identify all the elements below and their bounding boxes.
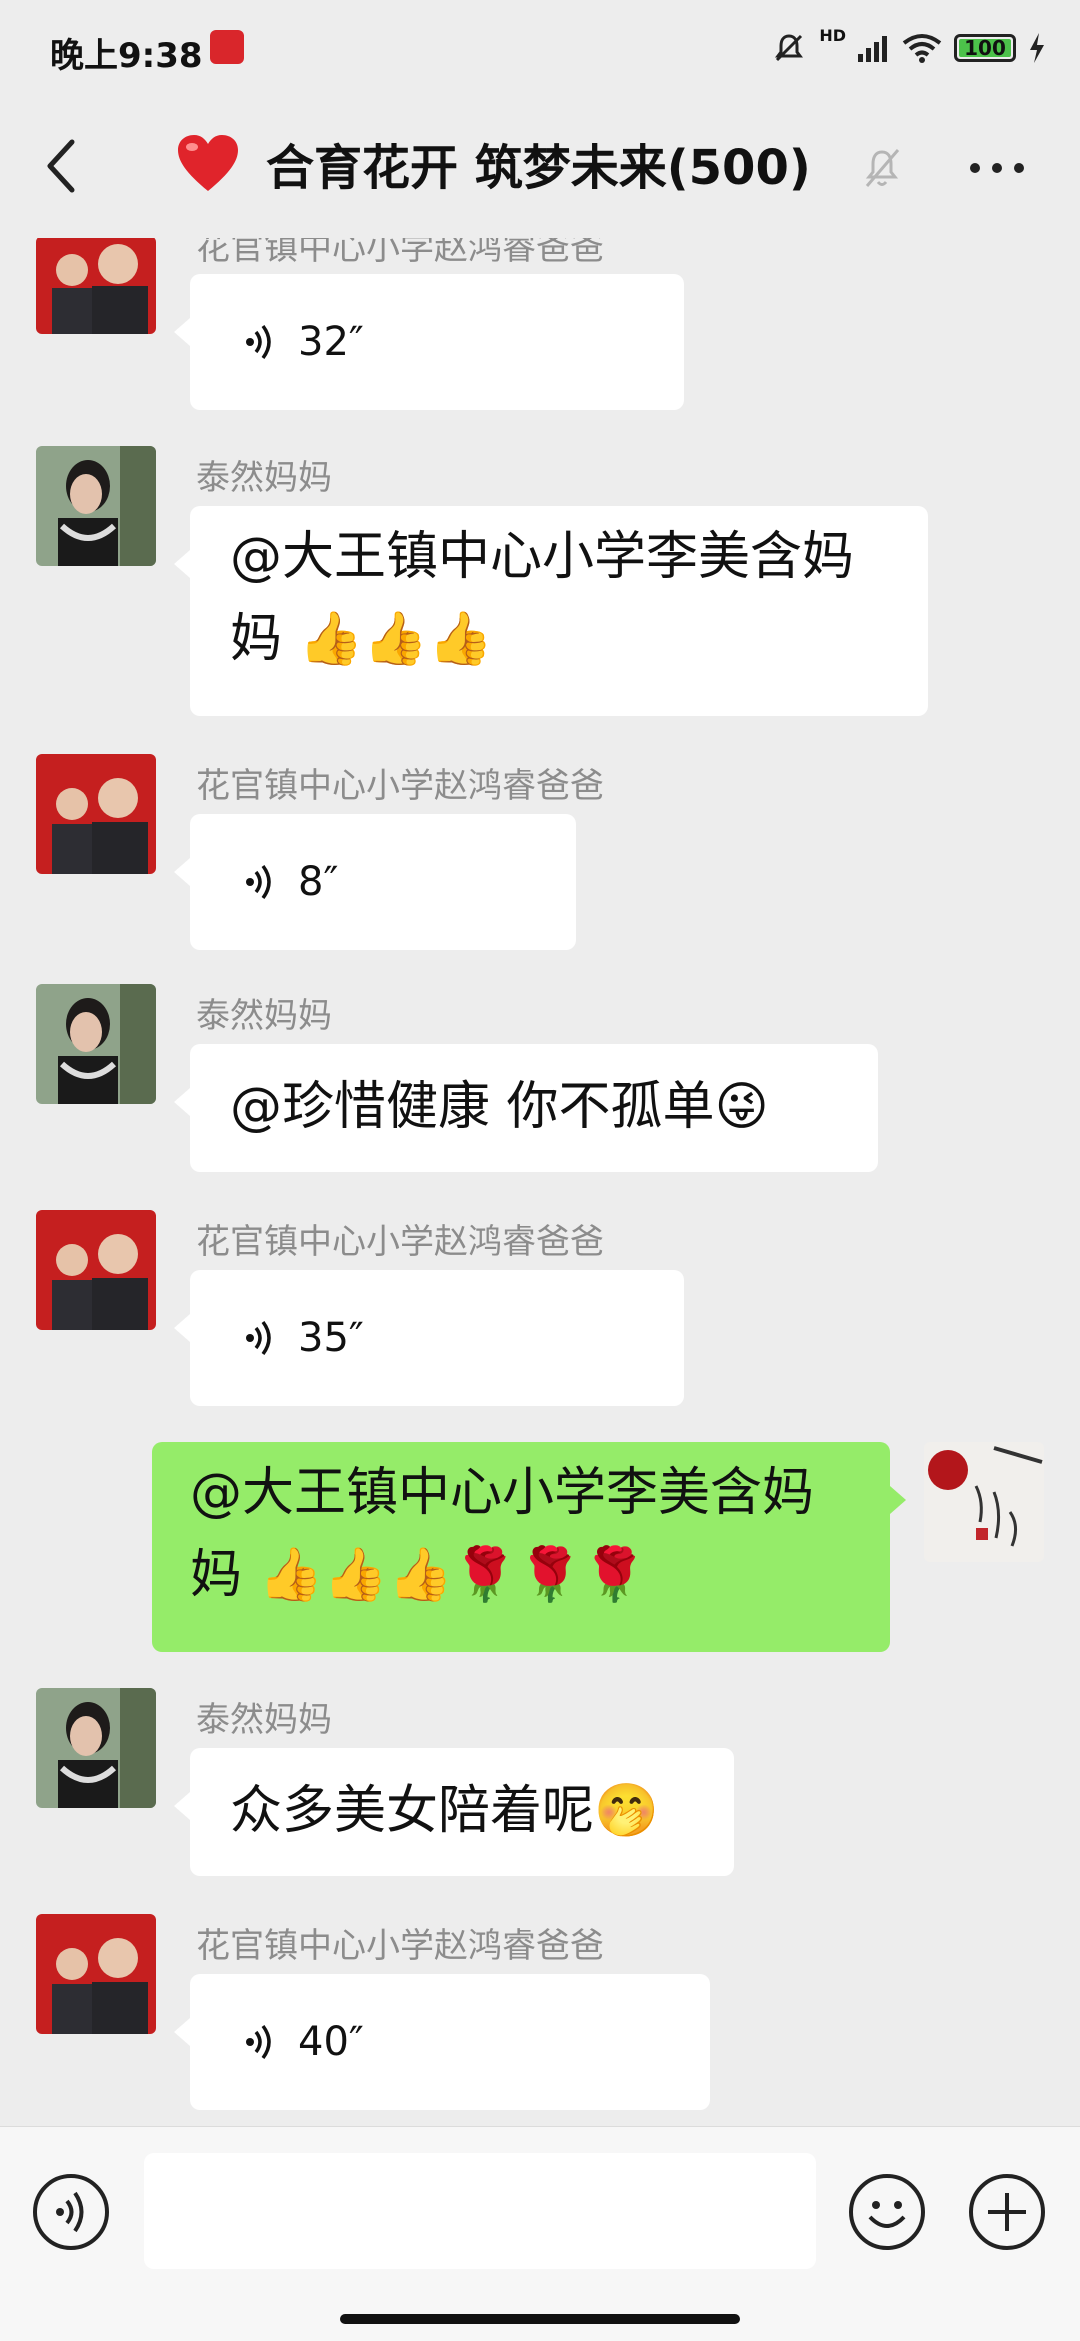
sender-name: 泰然妈妈 [196,1700,332,1740]
voice-message-bubble[interactable]: 8″ [174,814,576,950]
avatar[interactable] [36,984,156,1104]
father-son-avatar-icon [36,238,156,334]
message-list[interactable]: 花官镇中心小学赵鸿睿爸爸 32″ 泰然妈妈 @大王镇中心小学李美含妈妈 👍👍👍 … [0,238,1080,2126]
text-message-bubble[interactable]: 众多美女陪着呢🤭 [174,1748,734,1876]
my-avatar[interactable] [924,1442,1044,1562]
chat-header: 合育花开 筑梦未来(500) [0,96,1080,238]
avatar[interactable] [36,1914,156,2034]
home-indicator[interactable] [340,2314,740,2324]
voice-message-bubble[interactable]: 32″ [174,274,684,410]
woman-avatar-icon [36,1688,156,1808]
voice-duration: 35″ [298,1315,364,1361]
heart-emoji-icon [178,135,238,191]
app-notification-icon [210,30,244,64]
emoji-button[interactable] [848,2173,926,2251]
avatar[interactable] [36,1210,156,1330]
avatar[interactable] [36,238,156,334]
father-son-avatar-icon [36,754,156,874]
plus-button[interactable] [968,2173,1046,2251]
father-son-avatar-icon [36,1914,156,2034]
text-message-bubble[interactable]: @大王镇中心小学李美含妈妈 👍👍👍 [174,506,928,716]
chat-title: 合育花开 筑梦未来(500) [176,128,811,198]
voice-message-bubble[interactable]: 35″ [174,1270,684,1406]
input-bar [0,2126,1080,2341]
message-text: 众多美女陪着呢🤭 [230,1781,659,1841]
voice-message-bubble[interactable]: 40″ [174,1974,710,2110]
message-text: @珍惜健康 你不孤单😜 [230,1077,769,1137]
network-label: HD [819,26,846,45]
chat-title-text: 合育花开 筑梦未来(500) [266,140,811,196]
woman-avatar-icon [36,984,156,1104]
message-input[interactable] [144,2153,816,2269]
status-icons: HD 100 [771,26,1046,68]
voice-wave-icon [246,2024,271,2060]
message-text: @大王镇中心小学李美含妈妈 👍👍👍🌹🌹🌹 [190,1463,815,1605]
voice-duration: 8″ [298,859,339,905]
bell-off-icon [865,149,900,187]
voice-duration: 40″ [298,2019,364,2065]
sender-name: 花官镇中心小学赵鸿睿爸爸 [196,1222,604,1262]
calligraphy-avatar-icon [924,1442,1044,1562]
charging-icon [1030,33,1044,63]
wifi-icon [902,34,942,63]
avatar[interactable] [36,446,156,566]
battery-level: 100 [964,36,1006,60]
father-son-avatar-icon [36,1210,156,1330]
message-text: @大王镇中心小学李美含妈妈 👍👍👍 [230,527,855,669]
sender-name: 泰然妈妈 [196,996,332,1036]
woman-avatar-icon [36,446,156,566]
voice-wave-icon [246,1320,271,1356]
voice-input-button[interactable] [32,2173,110,2251]
outgoing-message-bubble[interactable]: @大王镇中心小学李美含妈妈 👍👍👍🌹🌹🌹 [152,1442,906,1652]
avatar[interactable] [36,1688,156,1808]
voice-wave-icon [246,864,271,900]
sender-name: 花官镇中心小学赵鸿睿爸爸 [196,238,604,268]
status-time: 晚上9:38 [50,36,203,76]
sender-name: 花官镇中心小学赵鸿睿爸爸 [196,766,604,806]
avatar[interactable] [36,754,156,874]
voice-duration: 32″ [298,319,364,365]
sender-name: 泰然妈妈 [196,458,332,498]
battery-icon: 100 [954,34,1016,62]
mute-status-icon [775,34,804,62]
back-button[interactable] [38,136,88,196]
more-options-button[interactable] [966,148,1028,188]
sender-name: 花官镇中心小学赵鸿睿爸爸 [196,1926,604,1966]
voice-wave-icon [246,324,271,360]
status-bar: 晚上9:38 HD 100 [0,0,1080,96]
signal-icon [858,36,887,62]
text-message-bubble[interactable]: @珍惜健康 你不孤单😜 [174,1044,878,1172]
